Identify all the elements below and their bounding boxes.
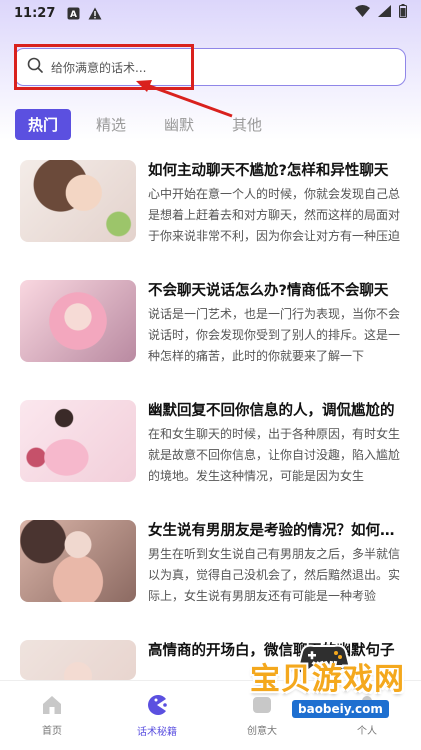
article-desc: 说话是一门艺术，也是一门行为表现，当你不会说话时，你会发现你受到了别人的排斥。这… [148,307,401,363]
svg-text:A: A [70,10,77,20]
person-icon [356,695,378,718]
nav-profile[interactable]: 个人 [327,681,407,750]
article-thumbnail [20,400,136,482]
search-bar[interactable]: 给你满意的话术... [14,48,406,86]
tab-featured[interactable]: 精选 [83,109,139,140]
bottom-nav: 首页 话术秘籍 创意大 个人 [0,680,421,750]
battery-icon [399,4,407,22]
article-title: 女生说有男朋友是考验的情况？如何应对 [148,523,406,539]
signal-icon [378,5,391,21]
article-desc: 心中开始在意一个人的时候，你就会发现自己总是想着上赶着去和对方聊天，然而这样的局… [148,187,401,243]
category-tabs: 热门 精选 幽默 其他 [15,108,275,140]
home-icon [41,695,63,718]
article-title: 幽默回复不回你信息的人，调侃尴尬的 [148,403,395,419]
a-icon: A [67,7,80,20]
list-item[interactable]: 女生说有男朋友是考验的情况？如何应对 男生在听到女生说自己有男朋友之后，多半就信… [20,520,406,610]
nav-tips[interactable]: 话术秘籍 [117,681,197,750]
wifi-icon [355,5,370,21]
creative-icon [251,695,273,718]
tab-humor[interactable]: 幽默 [151,109,207,140]
nav-home[interactable]: 首页 [12,681,92,750]
tab-other[interactable]: 其他 [219,109,275,140]
search-icon [27,57,43,77]
nav-creative[interactable]: 创意大 [222,681,302,750]
article-title: 如何主动聊天不尴尬?怎样和异性聊天 [148,163,389,179]
article-thumbnail [20,280,136,362]
article-desc: 男生在听到女生说自己有男朋友之后，多半就信以为真，觉得自己没机会了，然后黯然退出… [148,547,401,603]
warning-icon [88,7,102,20]
article-title: 高情商的开场白，微信聊天的幽默句子 [148,643,395,659]
nav-tips-label: 话术秘籍 [137,727,177,738]
search-input[interactable]: 给你满意的话术... [51,59,146,76]
article-thumbnail [20,160,136,242]
article-desc: 在和女生聊天的时候，出于各种原因，有时女生就是故意不回你信息，让你自讨没趣，陷入… [148,427,401,483]
list-item[interactable]: 幽默回复不回你信息的人，调侃尴尬的 在和女生聊天的时候，出于各种原因，有时女生就… [20,400,406,490]
nav-profile-label: 个人 [357,726,377,737]
list-item[interactable]: 如何主动聊天不尴尬?怎样和异性聊天 心中开始在意一个人的时候，你就会发现自己总是… [20,160,406,250]
pacman-icon [146,694,168,719]
nav-home-label: 首页 [42,726,62,737]
article-thumbnail [20,640,136,680]
list-item[interactable]: 不会聊天说话怎么办?情商低不会聊天 说话是一门艺术，也是一门行为表现，当你不会说… [20,280,406,370]
article-thumbnail [20,520,136,602]
nav-creative-label: 创意大 [247,726,277,737]
article-title: 不会聊天说话怎么办?情商低不会聊天 [148,283,389,299]
list-item[interactable]: 高情商的开场白，微信聊天的幽默句子 [20,640,406,680]
tab-hot[interactable]: 热门 [15,108,72,140]
status-time: 11:27 [14,5,56,21]
status-bar: 11:27 A [0,0,421,26]
